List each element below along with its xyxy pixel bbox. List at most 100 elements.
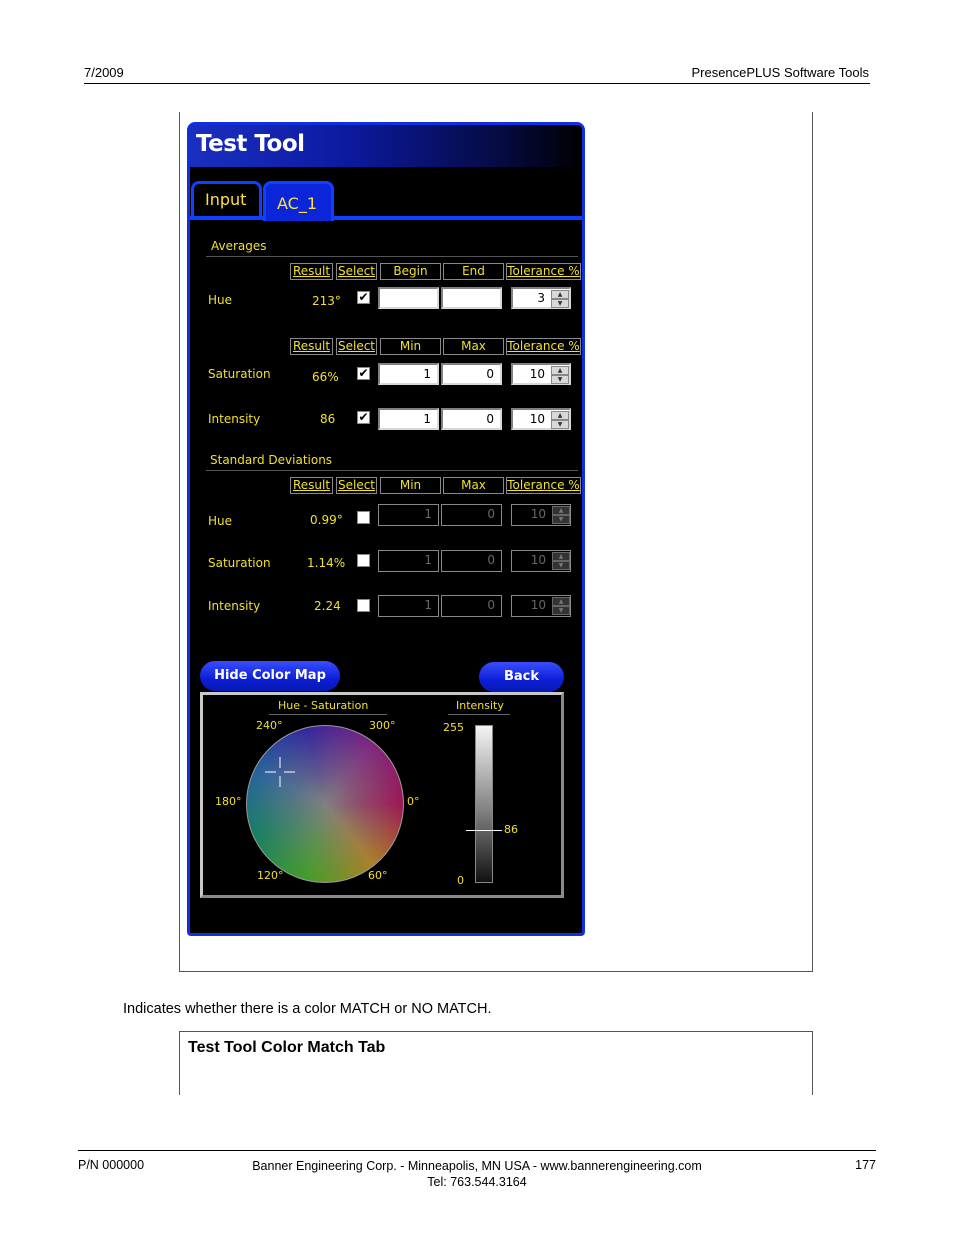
header-date: 7/2009 (84, 65, 124, 80)
col-end: End (443, 263, 504, 280)
next-table-title: Test Tool Color Match Tab (188, 1039, 386, 1056)
hue-saturation-label: Hue - Saturation (278, 699, 369, 712)
col-tolerance: Tolerance % (506, 263, 581, 280)
spin-down-icon[interactable]: ▼ (551, 375, 569, 384)
sd-int-label: Intensity (208, 599, 261, 613)
test-tool-screen: Test Tool Input AC_1 Averages Result Sel… (187, 122, 585, 936)
stddev-rule (206, 470, 578, 471)
avg-hue-result: 213° (312, 294, 341, 308)
sd-sat-max[interactable]: 0 (441, 550, 502, 572)
col-begin: Begin (380, 263, 441, 280)
spin-up-icon[interactable]: ▲ (552, 506, 570, 515)
sd-int-tolerance-value: 10 (530, 598, 546, 612)
avg-int-tolerance[interactable]: 10 ▲ ▼ (511, 408, 571, 430)
avg-int-result: 86 (320, 412, 336, 426)
avg-int-max[interactable]: 0 (441, 408, 502, 430)
avg-sat-tolerance-value: 10 (529, 367, 545, 381)
intensity-value-label: 86 (504, 823, 518, 836)
title-bar: Test Tool (190, 125, 582, 167)
footer-company: Banner Engineering Corp. - Minneapolis, … (0, 1158, 954, 1190)
sd-int-checkbox[interactable] (357, 599, 370, 612)
avg-hue-label: Hue (208, 293, 233, 307)
col-min: Min (380, 477, 441, 494)
avg-sat-label: Saturation (208, 367, 271, 381)
col-max: Max (443, 477, 504, 494)
sd-hue-tolerance[interactable]: 10 ▲ ▼ (511, 504, 571, 526)
col-tolerance: Tolerance % (506, 338, 581, 355)
avg-hue-tolerance-value: 3 (537, 291, 545, 305)
hue-saturation-wheel (246, 725, 404, 883)
sd-hue-min[interactable]: 1 (378, 504, 439, 526)
header-rule (84, 83, 870, 84)
col-tolerance: Tolerance % (506, 477, 581, 494)
intensity-min-label: 0 (457, 874, 464, 887)
angle-60: 60° (368, 869, 388, 882)
spin-up-icon[interactable]: ▲ (551, 411, 569, 420)
caption-text: Indicates whether there is a color MATCH… (123, 1001, 492, 1017)
sd-sat-checkbox[interactable] (357, 554, 370, 567)
intensity-max-label: 255 (443, 721, 464, 734)
col-min: Min (380, 338, 441, 355)
hide-color-map-button[interactable]: Hide Color Map (200, 661, 340, 691)
avg-hue-checkbox[interactable]: ✔ (357, 291, 370, 304)
sd-hue-max[interactable]: 0 (441, 504, 502, 526)
crosshair-icon (265, 757, 295, 787)
avg-hue-tolerance[interactable]: 3 ▲ ▼ (511, 287, 571, 309)
col-result: Result (290, 338, 333, 355)
spin-up-icon[interactable]: ▲ (552, 597, 570, 606)
tab-underline (190, 216, 582, 220)
avg-int-label: Intensity (208, 412, 261, 426)
sd-int-result: 2.24 (314, 599, 341, 613)
spin-up-icon[interactable]: ▲ (552, 552, 570, 561)
angle-240: 240° (256, 719, 283, 732)
col-select: Select (336, 338, 377, 355)
intensity-label: Intensity (456, 699, 504, 712)
avg-int-min[interactable]: 1 (378, 408, 439, 430)
intensity-rule (448, 714, 510, 715)
sd-sat-min[interactable]: 1 (378, 550, 439, 572)
spin-up-icon[interactable]: ▲ (551, 366, 569, 375)
sd-hue-label: Hue (208, 514, 233, 528)
avg-sat-result: 66% (312, 370, 339, 384)
sd-hue-tolerance-value: 10 (530, 507, 546, 521)
intensity-bar (475, 725, 493, 883)
avg-sat-tolerance[interactable]: 10 ▲ ▼ (511, 363, 571, 385)
footer-page-number: 177 (855, 1158, 876, 1172)
sd-int-tolerance[interactable]: 10 ▲ ▼ (511, 595, 571, 617)
color-map-panel: Hue - Saturation Intensity 240° 300° 180… (200, 692, 564, 898)
spin-down-icon[interactable]: ▼ (552, 515, 570, 524)
col-select: Select (336, 263, 377, 280)
footer-tel: Tel: 763.544.3164 (427, 1175, 527, 1189)
avg-sat-min[interactable]: 1 (378, 363, 439, 385)
tab-input[interactable]: Input (191, 181, 262, 217)
sd-sat-label: Saturation (208, 556, 271, 570)
avg-int-checkbox[interactable]: ✔ (357, 411, 370, 424)
angle-180: 180° (215, 795, 242, 808)
spin-down-icon[interactable]: ▼ (552, 606, 570, 615)
hs-rule (269, 714, 387, 715)
spin-down-icon[interactable]: ▼ (552, 561, 570, 570)
footer-company-line: Banner Engineering Corp. - Minneapolis, … (252, 1159, 702, 1173)
sd-int-max[interactable]: 0 (441, 595, 502, 617)
stddev-label: Standard Deviations (210, 453, 333, 467)
avg-hue-begin[interactable] (378, 287, 439, 309)
angle-120: 120° (257, 869, 284, 882)
avg-sat-checkbox[interactable]: ✔ (357, 367, 370, 380)
spin-down-icon[interactable]: ▼ (551, 420, 569, 429)
col-result: Result (290, 477, 333, 494)
col-max: Max (443, 338, 504, 355)
col-select: Select (336, 477, 377, 494)
avg-sat-max[interactable]: 0 (441, 363, 502, 385)
back-button[interactable]: Back (479, 662, 564, 692)
sd-int-min[interactable]: 1 (378, 595, 439, 617)
avg-int-tolerance-value: 10 (529, 412, 545, 426)
sd-sat-tolerance[interactable]: 10 ▲ ▼ (511, 550, 571, 572)
avg-hue-end[interactable] (441, 287, 502, 309)
sd-hue-result: 0.99° (310, 513, 343, 527)
tab-ac-1[interactable]: AC_1 (263, 181, 334, 221)
sd-hue-checkbox[interactable] (357, 511, 370, 524)
averages-label: Averages (211, 239, 267, 253)
col-result: Result (290, 263, 333, 280)
spin-down-icon[interactable]: ▼ (551, 299, 569, 308)
spin-up-icon[interactable]: ▲ (551, 290, 569, 299)
